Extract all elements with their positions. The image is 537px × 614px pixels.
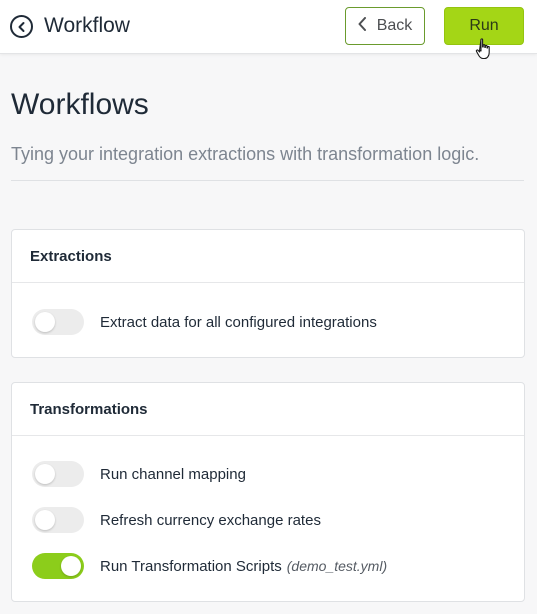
page-subtitle: Tying your integration extractions with … [11,144,480,164]
channel-mapping-row: Run channel mapping [32,461,246,487]
transformation-scripts-label: Run Transformation Scripts [100,557,282,575]
extractions-card-title: Extractions [12,230,524,283]
transformation-scripts-toggle[interactable] [32,553,84,579]
top-bar: Workflow Back Run [0,0,537,54]
run-button-label: Run [469,17,499,34]
currency-rates-row: Refresh currency exchange rates [32,507,321,533]
transformations-card: Transformations Run channel mapping Refr… [11,382,525,602]
extract-all-label: Extract data for all configured integrat… [100,313,377,331]
extractions-card: Extractions Extract data for all configu… [11,229,525,358]
extract-all-toggle[interactable] [32,309,84,335]
currency-rates-label: Refresh currency exchange rates [100,511,321,529]
back-button[interactable]: Back [345,7,425,45]
page-title: Workflows [11,88,149,121]
back-arrow-icon[interactable] [10,15,33,38]
extract-all-row: Extract data for all configured integrat… [32,309,377,335]
currency-rates-toggle[interactable] [32,507,84,533]
channel-mapping-toggle[interactable] [32,461,84,487]
divider [11,180,524,181]
channel-mapping-label: Run channel mapping [100,465,246,483]
back-button-label: Back [376,17,413,34]
transformation-scripts-row: Run Transformation Scripts (demo_test.ym… [32,553,387,579]
topbar-title: Workflow [44,14,130,37]
transformation-scripts-file: (demo_test.yml) [286,558,388,574]
transformations-card-title: Transformations [12,383,524,436]
hand-cursor-icon [475,38,493,60]
chevron-left-icon [358,16,367,36]
